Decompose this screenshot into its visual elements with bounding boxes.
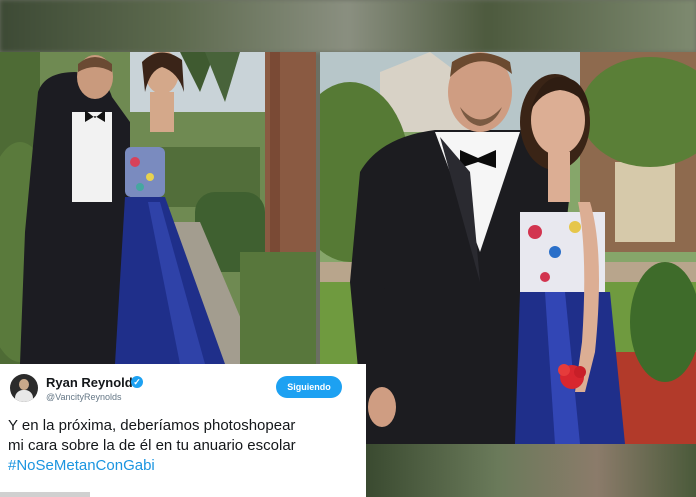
- tweet-user-name[interactable]: Ryan Reynolds: [46, 375, 140, 390]
- blurred-background-bottom: [366, 444, 696, 497]
- avatar[interactable]: [10, 374, 38, 402]
- follow-button[interactable]: Siguiendo: [276, 376, 342, 398]
- tweet-text-line-2: mi cara sobre la de él en tu anuario esc…: [8, 437, 296, 454]
- blurred-background-top: [0, 0, 696, 52]
- tweet-user-handle[interactable]: @VancityReynolds: [46, 392, 122, 402]
- prom-photo-right: [320, 52, 696, 444]
- tweet-hashtag-link[interactable]: #NoSeMetanConGabi: [8, 456, 364, 476]
- verified-badge-icon: ✓: [131, 376, 143, 388]
- tweet-text: Y en la próxima, deberíamos photoshopear…: [8, 416, 364, 476]
- tweet-text-line-1: Y en la próxima, deberíamos photoshopear: [8, 417, 296, 434]
- tweet-bottom-strip: [0, 492, 90, 497]
- prom-photo-left: [0, 52, 316, 364]
- tweet-card: Ryan Reynolds ✓ @VancityReynolds Siguien…: [0, 364, 366, 497]
